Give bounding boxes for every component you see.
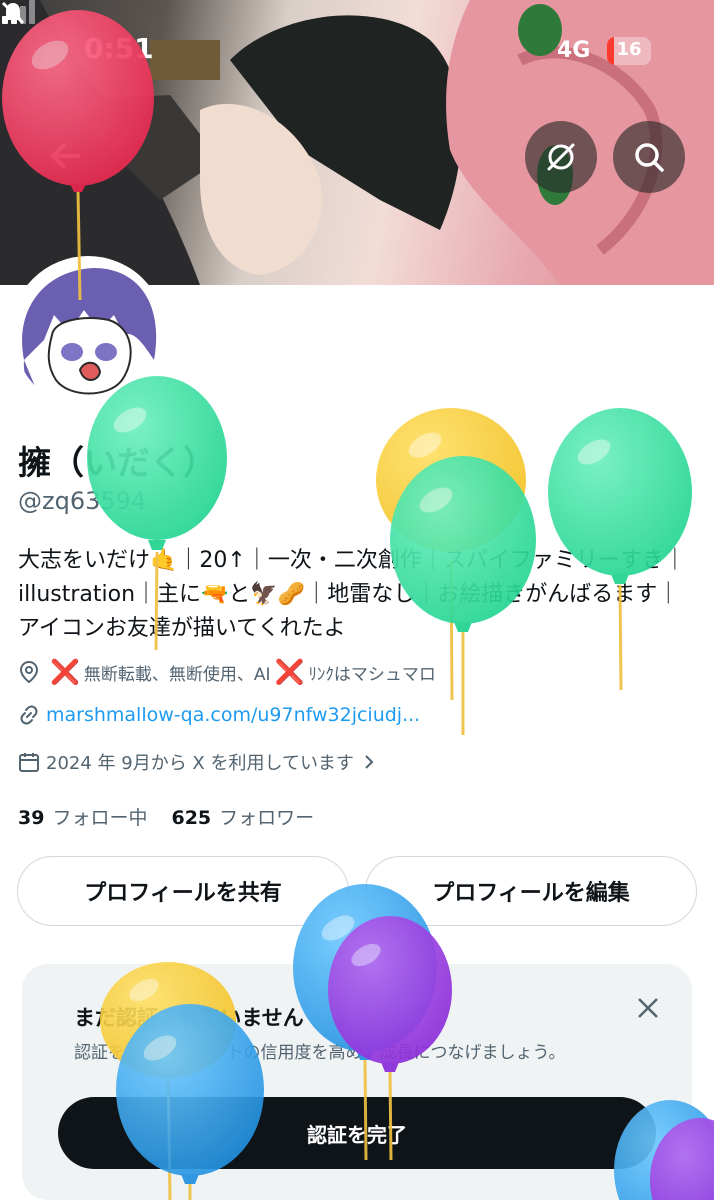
link-icon <box>20 705 38 725</box>
signal-icon <box>2 0 35 24</box>
location-row: ❌ 無断転載、無断使用、AI ❌ ﾘﾝｸはマシュマロ <box>18 658 436 686</box>
close-icon[interactable] <box>634 994 662 1022</box>
search-icon <box>635 143 664 172</box>
search-button[interactable] <box>613 121 685 193</box>
network-type: 4G <box>557 38 591 63</box>
share-profile-button[interactable]: プロフィールを共有 <box>17 856 349 926</box>
joined-row[interactable]: 2024 年 9月から X を利用しています <box>18 749 384 775</box>
user-handle: @zq63594 <box>18 487 147 515</box>
followers-label: フォロワー <box>219 807 315 829</box>
eye-slash-icon <box>547 143 575 171</box>
arrow-left-icon <box>50 143 80 169</box>
website-link[interactable]: marshmallow-qa.com/u97nfw32jciudj... <box>46 704 420 726</box>
avatar[interactable] <box>10 256 166 412</box>
battery-indicator: 16 <box>607 37 651 65</box>
back-button[interactable] <box>30 120 102 192</box>
following-label: フォロー中 <box>52 807 148 829</box>
location-pin-icon <box>19 660 39 684</box>
complete-verification-button[interactable]: 認証を完了 <box>58 1097 656 1169</box>
verification-card: まだ認証されていません 認証をしてアカウントの信用度を高め、成長につなげましょう… <box>22 964 692 1200</box>
following-count: 39 <box>18 807 45 829</box>
chevron-right-icon <box>365 755 374 769</box>
calendar-icon <box>19 753 39 772</box>
edit-profile-button[interactable]: プロフィールを編集 <box>365 856 697 926</box>
website-row: marshmallow-qa.com/u97nfw32jciudj... <box>18 704 420 726</box>
display-name: 擁（いだく） <box>18 443 216 482</box>
hide-banner-button[interactable] <box>525 121 597 193</box>
followers-stat[interactable]: 625 フォロワー <box>171 803 314 830</box>
location-text-after: ﾘﾝｸはマシュマロ <box>308 664 436 685</box>
battery-level: 16 <box>616 39 642 60</box>
followers-count: 625 <box>171 807 212 829</box>
cross-mark-icon: ❌ <box>274 658 305 686</box>
verification-description: 認証をしてアカウントの信用度を高め、成長につなげましょう。 <box>74 1043 566 1063</box>
profile-banner[interactable]: 0:51 4G 16 <box>0 0 714 285</box>
verification-title: まだ認証されていません <box>74 1006 304 1030</box>
following-stat[interactable]: 39 フォロー中 <box>18 803 147 830</box>
profile-bio: 大志をいだけ🤙｜20↑｜一次・二次創作｜スパイファミリーすき｜illustrat… <box>18 548 686 641</box>
cross-mark-icon: ❌ <box>50 658 80 686</box>
status-time: 0:51 <box>84 32 154 65</box>
location-text-before: 無断転載、無断使用、AI <box>83 664 271 685</box>
follow-stats: 39 フォロー中 625 フォロワー <box>18 803 338 830</box>
avatar-illustration <box>14 260 162 408</box>
joined-date: 2024 年 9月から X を利用しています <box>46 753 354 774</box>
